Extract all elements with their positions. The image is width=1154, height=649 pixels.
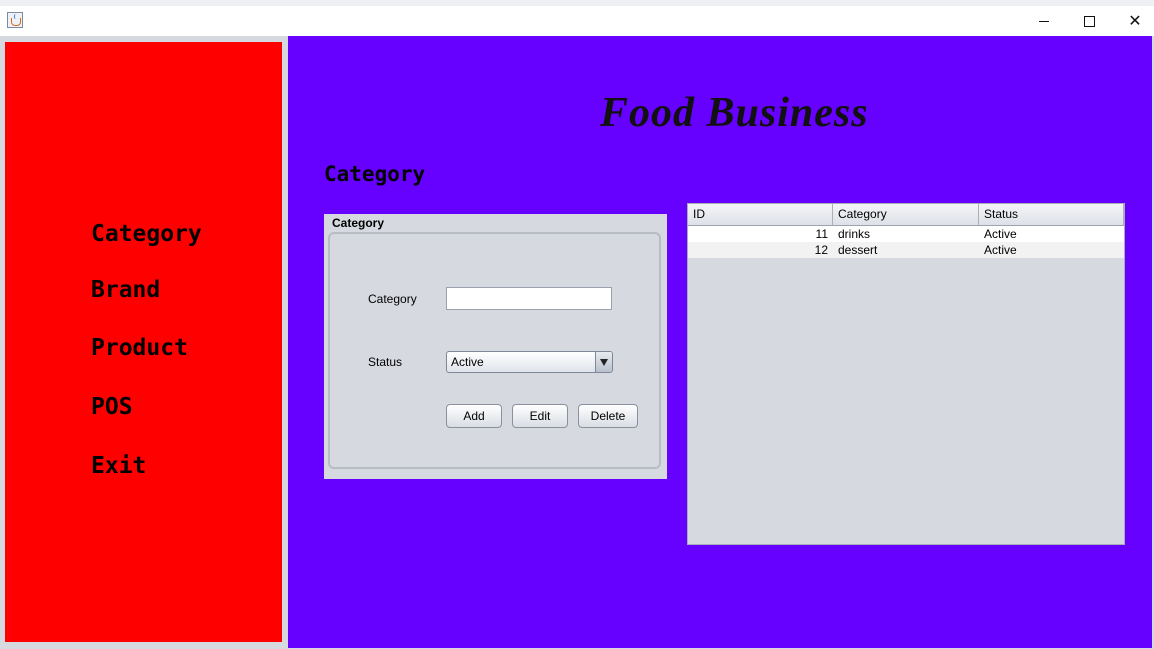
add-button[interactable]: Add [446,404,502,428]
table-row[interactable]: 12 dessert Active [688,242,1124,258]
table-header: ID Category Status [688,204,1124,226]
status-select-value: Active [451,355,484,369]
cell-id: 12 [814,243,828,257]
column-header-id[interactable]: ID [688,204,833,225]
category-table: ID Category Status 11 drinks Active 12 d… [687,203,1125,545]
cell-status: Active [984,227,1017,241]
table-row[interactable]: 11 drinks Active [688,226,1124,242]
delete-button[interactable]: Delete [578,404,638,428]
cell-status: Active [984,243,1017,257]
close-icon: ✕ [1128,11,1142,30]
category-form: Category Category Status Active Add Edit… [324,214,667,479]
category-input[interactable] [446,287,612,310]
cell-category: dessert [838,243,878,257]
maximize-button[interactable] [1066,6,1112,36]
sidebar-item-pos[interactable]: POS [91,393,133,421]
column-header-status[interactable]: Status [979,204,1124,225]
sidebar: Category Brand Product POS Exit [5,42,282,642]
sidebar-item-brand[interactable]: Brand [91,276,160,304]
title-bar: ✕ [0,6,1154,36]
column-header-category[interactable]: Category [833,204,979,225]
edit-button[interactable]: Edit [512,404,568,428]
cell-id: 11 [815,227,828,241]
dropdown-button[interactable] [595,352,612,372]
maximize-icon [1083,15,1095,27]
minimize-button[interactable] [1021,6,1067,36]
page-title: Category [324,162,426,186]
main-panel: Food Business Category Category Category… [288,36,1152,648]
chevron-down-icon [600,358,608,366]
sidebar-item-exit[interactable]: Exit [91,452,146,480]
java-app-icon [7,12,23,28]
app-title: Food Business [600,90,869,136]
sidebar-item-product[interactable]: Product [91,334,188,362]
form-legend: Category [331,216,386,230]
status-select[interactable]: Active [446,351,613,373]
status-field-label: Status [368,355,403,369]
cell-category: drinks [838,227,871,241]
table-body: 11 drinks Active 12 dessert Active [688,226,1124,258]
close-button[interactable]: ✕ [1112,6,1154,36]
sidebar-item-category[interactable]: Category [91,220,202,248]
category-field-label: Category [368,292,417,306]
minimize-icon [1039,20,1049,22]
